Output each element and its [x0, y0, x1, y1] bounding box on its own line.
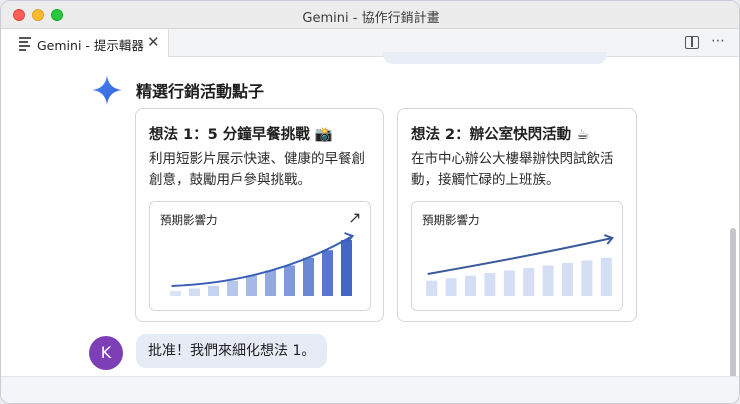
chart-bar — [246, 275, 257, 296]
coffee-icon: ☕ — [576, 127, 590, 143]
chart-bar — [189, 288, 200, 296]
idea-description: 在市中心辦公大樓舉辦快閃試飲活動，接觸忙碌的上班族。 — [411, 151, 614, 188]
user-message: 批准！我們來細化想法 1。 — [136, 334, 328, 368]
tab-gemini-editor[interactable]: Gemini - 提示輯器 ✕ — [1, 29, 169, 57]
more-actions-icon[interactable]: ⋯ — [711, 33, 726, 49]
idea-card-2[interactable]: 想法 2：辦公室快閃活動 ☕ 在市中心辦公大樓舉辦快閃試飲活動，接觸忙碌的上班族… — [397, 108, 637, 322]
chart-bar — [503, 270, 515, 296]
tab-label: Gemini - 提示輯器 — [37, 38, 144, 53]
chart-bar — [227, 280, 238, 296]
chart-bar — [265, 270, 276, 296]
camera-icon: 📸 — [314, 127, 333, 143]
chart-bar — [322, 250, 333, 296]
chart-bar — [581, 260, 593, 296]
impact-bar-chart-1 — [170, 232, 355, 296]
idea-title: 想法 2：辦公室快閃活動 ☕ — [411, 127, 590, 143]
idea-title: 想法 1：5 分鐘早餐挑戰 📸 — [149, 127, 333, 143]
vertical-scrollbar[interactable] — [730, 228, 736, 378]
user-avatar[interactable]: K — [89, 336, 123, 370]
tab-bar: Gemini - 提示輯器 ✕ ⋯ — [1, 29, 739, 57]
split-editor-icon[interactable] — [685, 36, 699, 49]
document-lines-icon — [19, 37, 31, 51]
impact-chart-2: 預期影響力 — [411, 201, 623, 311]
chart-bar — [600, 257, 612, 296]
chart-bar — [445, 278, 457, 296]
close-tab-icon[interactable]: ✕ — [147, 33, 160, 51]
chart-bar — [562, 262, 573, 296]
window-title: Gemini - 協作行銷計畫 — [302, 11, 440, 26]
prompt-input-area[interactable] — [1, 376, 739, 403]
impact-bar-chart-2 — [426, 234, 614, 296]
chart-bar — [542, 265, 554, 296]
impact-chart-1: 預期影響力 ↗ — [149, 201, 371, 311]
chat-content: 精選行銷活動點子 想法 1：5 分鐘早餐挑戰 📸 利用短影片展示快速、健康的早餐… — [1, 52, 739, 403]
app-window: Gemini - 協作行銷計畫 Gemini - 提示輯器 ✕ ⋯ 精選行銷活動… — [0, 0, 740, 404]
chart-bar — [303, 257, 314, 296]
chart-bar — [465, 275, 476, 296]
idea-card-1[interactable]: 想法 1：5 分鐘早餐挑戰 📸 利用短影片展示快速、健康的早餐創創意，鼓勵用戶參… — [135, 108, 384, 322]
title-bar: Gemini - 協作行銷計畫 — [1, 1, 739, 29]
idea-description: 利用短影片展示快速、健康的早餐創創意，鼓勵用戶參與挑戰。 — [149, 151, 365, 188]
chart-bar — [170, 290, 181, 296]
chart-bar — [426, 280, 438, 296]
response-heading: 精選行銷活動點子 — [136, 82, 265, 101]
chart-bar — [284, 265, 295, 296]
chart-bar — [523, 268, 535, 296]
previous-message-bubble — [383, 52, 607, 64]
chart-bar — [208, 285, 219, 296]
chart-bar — [484, 273, 496, 296]
chart-bar — [341, 240, 352, 296]
gemini-sparkle-icon — [92, 75, 122, 105]
